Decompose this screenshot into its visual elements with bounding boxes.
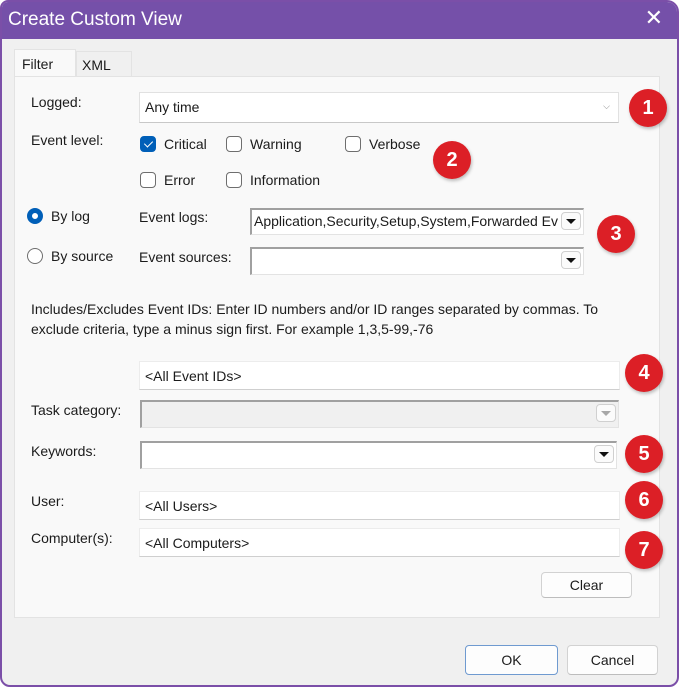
- error-label[interactable]: Error: [164, 172, 195, 188]
- user-label: User:: [31, 493, 65, 509]
- chevron-down-icon: ⌵: [603, 101, 610, 111]
- keywords-label: Keywords:: [31, 443, 97, 459]
- user-input[interactable]: <All Users>: [139, 491, 620, 520]
- task-category-dropdown: [140, 400, 619, 428]
- critical-checkbox[interactable]: [140, 136, 156, 152]
- ok-button[interactable]: OK: [465, 645, 558, 675]
- event-ids-value: <All Event IDs>: [145, 368, 242, 384]
- verbose-checkbox[interactable]: [345, 136, 361, 152]
- dialog-title: Create Custom View: [8, 9, 182, 30]
- dropdown-arrow-icon[interactable]: [561, 251, 581, 269]
- annotation-badge-6: 6: [625, 481, 663, 519]
- information-checkbox[interactable]: [226, 172, 242, 188]
- warning-label[interactable]: Warning: [250, 136, 302, 152]
- event-ids-input[interactable]: <All Event IDs>: [139, 361, 620, 390]
- error-checkbox[interactable]: [140, 172, 156, 188]
- by-source-label[interactable]: By source: [51, 248, 113, 264]
- computers-label: Computer(s):: [31, 530, 113, 546]
- critical-label[interactable]: Critical: [164, 136, 207, 152]
- annotation-badge-4: 4: [625, 354, 663, 392]
- computers-input[interactable]: <All Computers>: [139, 528, 620, 557]
- logged-label: Logged:: [31, 94, 82, 110]
- annotation-badge-3: 3: [597, 215, 635, 253]
- tab-xml[interactable]: XML: [76, 51, 132, 79]
- task-category-label: Task category:: [31, 402, 122, 418]
- verbose-label[interactable]: Verbose: [369, 136, 420, 152]
- event-logs-value: Application,Security,Setup,System,Forwar…: [254, 213, 558, 229]
- event-sources-label: Event sources:: [139, 249, 232, 265]
- warning-checkbox[interactable]: [226, 136, 242, 152]
- dropdown-arrow-icon[interactable]: [594, 445, 614, 463]
- event-logs-dropdown[interactable]: Application,Security,Setup,System,Forwar…: [250, 208, 584, 235]
- by-log-radio[interactable]: [27, 208, 43, 224]
- annotation-badge-1: 1: [629, 89, 667, 127]
- logged-value: Any time: [145, 99, 200, 115]
- clear-button[interactable]: Clear: [541, 572, 632, 598]
- event-ids-description: Includes/Excludes Event IDs: Enter ID nu…: [31, 301, 599, 337]
- keywords-dropdown[interactable]: [140, 441, 617, 469]
- by-source-radio[interactable]: [27, 248, 43, 264]
- tab-filter[interactable]: Filter: [14, 49, 76, 77]
- information-label[interactable]: Information: [250, 172, 320, 188]
- user-value: <All Users>: [145, 498, 218, 514]
- create-custom-view-dialog: Create Custom View ✕ Filter XML Logged: …: [0, 0, 679, 687]
- dropdown-arrow-icon[interactable]: [561, 212, 581, 230]
- by-log-label[interactable]: By log: [51, 208, 90, 224]
- close-icon[interactable]: ✕: [645, 7, 663, 29]
- computers-value: <All Computers>: [145, 535, 250, 551]
- event-sources-dropdown[interactable]: [250, 247, 584, 275]
- cancel-button[interactable]: Cancel: [567, 645, 658, 675]
- annotation-badge-2: 2: [433, 141, 471, 179]
- event-level-label: Event level:: [31, 132, 104, 148]
- logged-dropdown[interactable]: Any time ⌵: [139, 92, 619, 123]
- dropdown-arrow-icon: [596, 404, 616, 422]
- annotation-badge-7: 7: [625, 531, 663, 569]
- event-logs-label: Event logs:: [139, 209, 209, 225]
- title-bar: Create Custom View ✕: [2, 2, 677, 39]
- annotation-badge-5: 5: [625, 435, 663, 473]
